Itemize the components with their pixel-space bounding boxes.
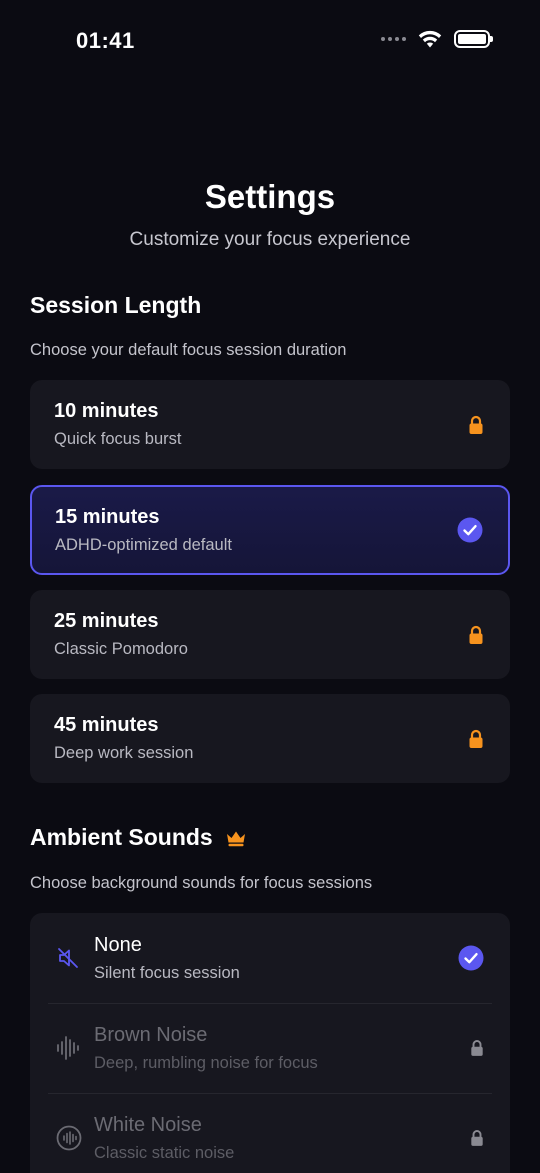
waveform-circle-icon [56,1125,82,1151]
option-title: 45 minutes [54,714,159,736]
session-option-25[interactable]: 25 minutes Classic Pomodoro [30,590,510,679]
option-subtitle: Classic Pomodoro [54,640,188,658]
crown-icon [226,831,245,846]
lock-icon [469,625,483,644]
status-icons [381,30,493,48]
option-title: 15 minutes [55,506,160,528]
checkmark-circle-icon [457,517,483,543]
battery-icon [454,30,493,48]
option-title: 10 minutes [54,400,159,422]
session-option-45[interactable]: 45 minutes Deep work session [30,694,510,783]
ambient-sounds-description: Choose background sounds for focus sessi… [30,874,373,892]
session-option-10[interactable]: 10 minutes Quick focus burst [30,380,510,469]
sound-title: White Noise [94,1114,202,1136]
speaker-muted-icon [58,948,78,968]
sound-option-none[interactable]: None Silent focus session [30,913,510,1003]
lock-icon [469,729,483,748]
sound-option-white-noise[interactable]: White Noise Classic static noise [30,1093,510,1173]
status-time: 01:41 [76,28,135,53]
sound-subtitle: Silent focus session [94,964,240,982]
sound-option-brown-noise[interactable]: Brown Noise Deep, rumbling noise for foc… [30,1003,510,1093]
ambient-sounds-heading: Ambient Sounds [30,824,247,851]
option-subtitle: Deep work session [54,744,194,762]
waveform-icon [57,1036,79,1060]
option-subtitle: ADHD-optimized default [55,536,232,554]
option-subtitle: Quick focus burst [54,430,182,448]
page-subtitle: Customize your focus experience [129,229,411,250]
lock-icon [471,1130,483,1146]
cellular-signal-icon [381,37,406,41]
option-title: 25 minutes [54,610,159,632]
page-title: Settings [204,178,336,215]
wifi-icon [418,30,442,48]
sound-subtitle: Deep, rumbling noise for focus [94,1054,318,1072]
session-option-15[interactable]: 15 minutes ADHD-optimized default [30,485,510,575]
sound-subtitle: Classic static noise [94,1144,235,1162]
session-length-description: Choose your default focus session durati… [30,341,347,359]
sound-title: Brown Noise [94,1024,208,1046]
session-length-heading: Session Length [30,292,202,318]
sound-title: None [94,934,142,956]
lock-icon [469,415,483,434]
checkmark-circle-icon [458,945,484,971]
status-bar: 01:41 [0,0,540,80]
ambient-sounds-list: None Silent focus session Brown Noise De… [30,913,510,1173]
lock-icon [471,1040,483,1056]
